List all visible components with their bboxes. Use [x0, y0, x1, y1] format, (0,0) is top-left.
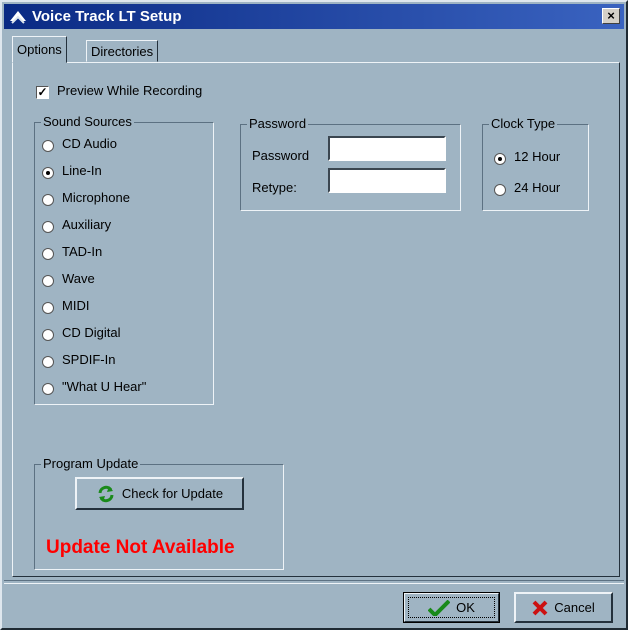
- ok-label: OK: [456, 600, 475, 615]
- program-update-legend: Program Update: [41, 456, 141, 472]
- refresh-icon: [98, 485, 114, 502]
- radio-tad-in[interactable]: [42, 248, 54, 260]
- check-for-update-label: Check for Update: [121, 486, 224, 501]
- app-logo-icon: [10, 11, 26, 24]
- ok-button[interactable]: OK: [403, 592, 500, 623]
- sound-sources-group: Sound Sources: [34, 114, 214, 405]
- tab-options[interactable]: Options: [12, 36, 67, 63]
- radio-cd-digital[interactable]: [42, 329, 54, 341]
- setup-dialog: Voice Track LT Setup × Options Directori…: [0, 0, 628, 630]
- radio-label-microphone: Microphone: [62, 190, 130, 205]
- sound-sources-legend: Sound Sources: [41, 114, 134, 130]
- radio-label-cd-audio: CD Audio: [62, 136, 117, 151]
- radio-label-12-hour: 12 Hour: [514, 149, 561, 164]
- cancel-button[interactable]: Cancel: [514, 592, 613, 623]
- x-icon: [532, 600, 548, 615]
- password-field[interactable]: [328, 136, 446, 161]
- radio-what-u-hear[interactable]: [42, 383, 54, 395]
- retype-label: Retype:: [252, 180, 297, 195]
- cancel-label: Cancel: [554, 600, 595, 615]
- radio-label-cd-digital: CD Digital: [62, 325, 121, 340]
- radio-label-wave: Wave: [62, 271, 95, 286]
- update-status: Update Not Available: [46, 537, 235, 558]
- close-button[interactable]: ×: [602, 8, 620, 24]
- radio-spdif-in[interactable]: [42, 356, 54, 368]
- radio-label-auxiliary: Auxiliary: [62, 217, 112, 232]
- radio-label-spdif-in: SPDIF-In: [62, 352, 116, 367]
- radio-cd-audio[interactable]: [42, 140, 54, 152]
- preview-label: Preview While Recording: [57, 83, 203, 98]
- radio-line-in[interactable]: [42, 167, 54, 179]
- password-legend: Password: [247, 116, 309, 132]
- password-label: Password: [252, 148, 310, 163]
- radio-midi[interactable]: [42, 302, 54, 314]
- title-bar[interactable]: Voice Track LT Setup ×: [4, 4, 624, 29]
- radio-wave[interactable]: [42, 275, 54, 287]
- radio-24-hour[interactable]: [494, 184, 506, 196]
- radio-microphone[interactable]: [42, 194, 54, 206]
- radio-label-midi: MIDI: [62, 298, 90, 313]
- tab-directories[interactable]: Directories: [86, 40, 159, 62]
- radio-label-tad-in: TAD-In: [62, 244, 103, 259]
- check-for-update-button[interactable]: Check for Update: [75, 477, 244, 510]
- radio-label-what-u-hear: "What U Hear": [62, 379, 147, 394]
- window-title: Voice Track LT Setup: [32, 8, 182, 25]
- clock-type-legend: Clock Type: [489, 116, 558, 132]
- retype-field[interactable]: [328, 168, 446, 193]
- radio-auxiliary[interactable]: [42, 221, 54, 233]
- radio-label-24-hour: 24 Hour: [514, 180, 561, 195]
- radio-12-hour[interactable]: [494, 153, 506, 165]
- clock-type-group: Clock Type: [482, 116, 589, 211]
- checkmark-icon: [428, 599, 451, 616]
- footer-divider: [4, 580, 624, 584]
- preview-checkbox[interactable]: ✓: [36, 86, 49, 99]
- radio-label-line-in: Line-In: [62, 163, 102, 178]
